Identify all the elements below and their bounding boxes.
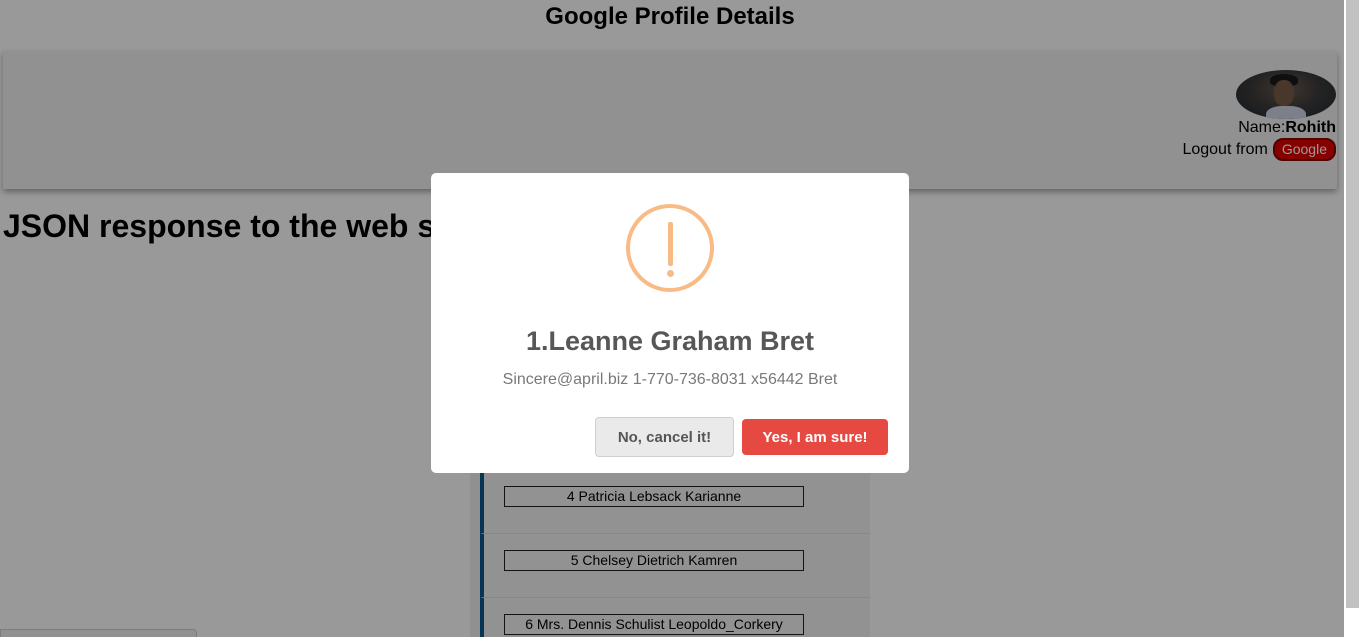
warning-icon <box>626 204 714 292</box>
vertical-scrollbar[interactable] <box>1344 0 1361 637</box>
dialog-title: 1.Leanne Graham Bret <box>525 326 815 356</box>
scrollbar-thumb[interactable] <box>1346 0 1359 608</box>
dialog-text: Sincere@april.biz 1-770-736-8031 x56442 … <box>502 371 838 388</box>
confirm-button[interactable]: Yes, I am sure! <box>742 419 888 455</box>
cancel-button[interactable]: No, cancel it! <box>595 417 734 457</box>
confirm-dialog: 1.Leanne Graham Bret Sincere@april.biz 1… <box>431 173 909 473</box>
